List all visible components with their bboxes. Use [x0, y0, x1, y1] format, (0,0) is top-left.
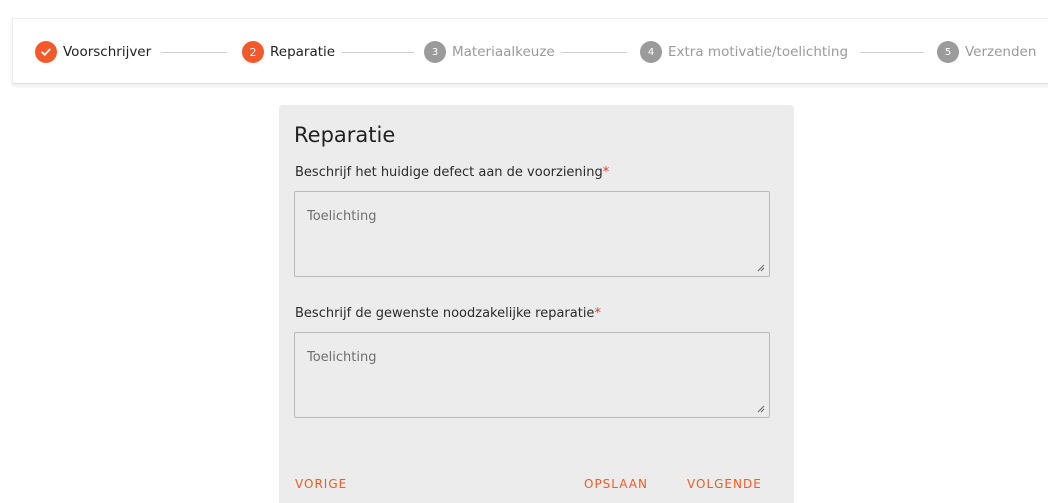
stepper: Voorschrijver 2 Reparatie 3 Materiaalkeu… [12, 18, 1048, 84]
step-label: Voorschrijver [63, 44, 152, 60]
checkmark-icon [35, 41, 57, 63]
form-title: Reparatie [294, 123, 396, 147]
defect-field-label: Beschrijf het huidige defect aan de voor… [295, 165, 609, 180]
step-label: Extra motivatie/toelichting [668, 44, 849, 60]
previous-button[interactable]: VORIGE [295, 477, 347, 491]
step-number-badge: 5 [937, 41, 959, 63]
required-asterisk: * [602, 165, 610, 180]
step-number-badge: 3 [424, 41, 446, 63]
field-label-text: Beschrijf het huidige defect aan de voor… [295, 165, 603, 180]
field-label-text: Beschrijf de gewenste noodzakelijke repa… [295, 306, 595, 321]
defect-textarea-wrapper [294, 191, 770, 277]
required-asterisk: * [594, 306, 601, 321]
save-button[interactable]: OPSLAAN [584, 477, 648, 491]
step-label: Reparatie [270, 44, 336, 60]
step-reparatie[interactable]: 2 Reparatie [242, 41, 335, 63]
next-button[interactable]: VOLGENDE [687, 477, 762, 491]
top-bar: Voorschrijver 2 Reparatie 3 Materiaalkeu… [0, 0, 1048, 84]
step-materiaalkeuze[interactable]: 3 Materiaalkeuze [424, 41, 555, 63]
repair-form-card: Reparatie Beschrijf het huidige defect a… [279, 105, 794, 503]
step-verzenden[interactable]: 5 Verzenden [937, 41, 1036, 63]
step-label: Verzenden [965, 44, 1037, 60]
repair-textarea-wrapper [294, 332, 770, 418]
step-voorschrijver[interactable]: Voorschrijver [35, 41, 151, 63]
resize-handle-icon[interactable] [755, 403, 765, 413]
step-label: Materiaalkeuze [452, 44, 555, 60]
repair-field-label: Beschrijf de gewenste noodzakelijke repa… [295, 306, 601, 321]
step-connector [161, 52, 227, 53]
step-connector [561, 52, 627, 53]
step-connector [342, 52, 414, 53]
step-extra-motivatie[interactable]: 4 Extra motivatie/toelichting [640, 41, 848, 63]
defect-description-textarea[interactable] [295, 192, 769, 276]
repair-description-textarea[interactable] [295, 333, 769, 417]
step-number-badge: 2 [242, 41, 264, 63]
step-connector [860, 52, 924, 53]
resize-handle-icon[interactable] [755, 262, 765, 272]
step-number-badge: 4 [640, 41, 662, 63]
